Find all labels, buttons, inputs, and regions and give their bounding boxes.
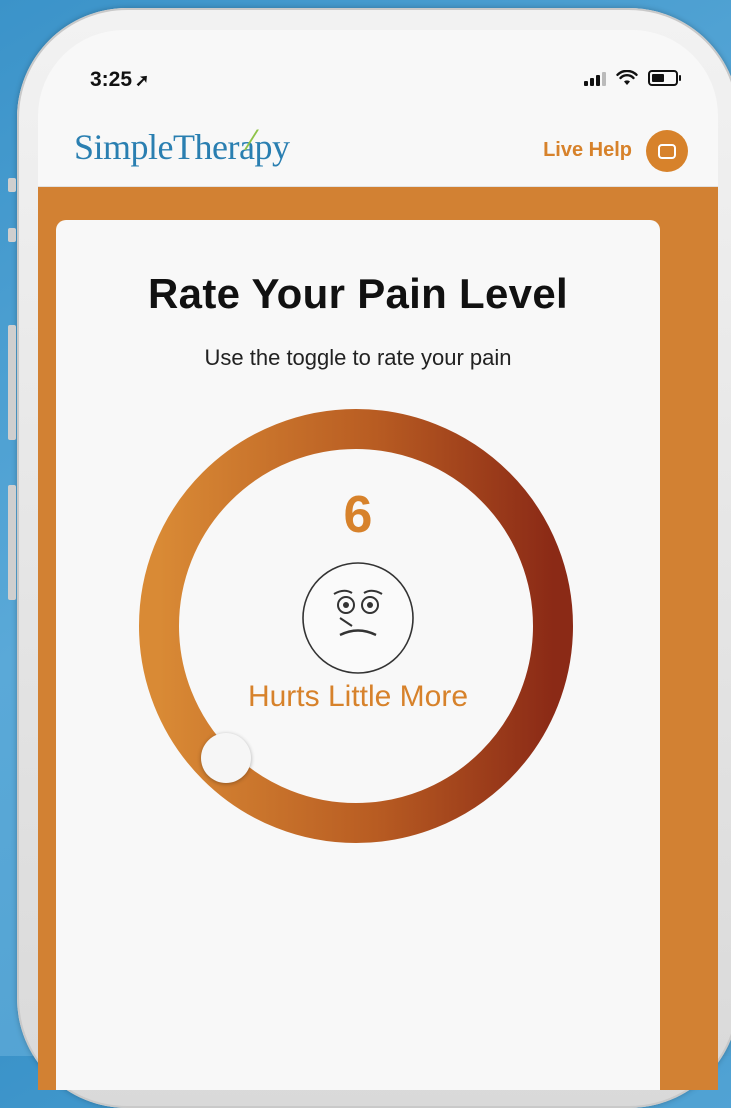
phone-volume-down xyxy=(8,485,16,600)
phone-volume-up xyxy=(8,325,16,440)
content-background: Rate Your Pain Level Use the toggle to r… xyxy=(38,187,718,1090)
app-screen: 3:25 ➚ SimpleTherapy ⁄ Live Help Rate You… xyxy=(38,30,718,1090)
live-help-link[interactable]: Live Help xyxy=(543,139,632,162)
time-text: 3:25 xyxy=(90,68,133,91)
pain-level-label: Hurts Little More xyxy=(247,680,469,713)
status-icons xyxy=(584,70,681,86)
status-time: 3:25 ➚ xyxy=(90,68,149,92)
logo-swoosh-icon: ⁄ xyxy=(250,124,256,157)
phone-side-button xyxy=(8,178,16,192)
page-subtitle: Use the toggle to rate your pain xyxy=(204,345,512,370)
pain-face-icon xyxy=(302,562,414,674)
wifi-icon xyxy=(616,70,638,85)
status-bar: 3:25 ➚ xyxy=(38,30,718,114)
phone-side-button xyxy=(8,228,16,242)
cellular-signal-icon xyxy=(584,72,606,86)
battery-icon xyxy=(648,70,681,86)
location-arrow-icon: ➚ xyxy=(135,71,150,90)
chat-bubble-icon[interactable] xyxy=(646,130,688,172)
simpletherapy-logo: SimpleTherapy xyxy=(74,127,290,167)
pain-value: 6 xyxy=(343,486,373,544)
dial-toggle-knob[interactable] xyxy=(201,733,251,783)
pain-rating-card: Rate Your Pain Level Use the toggle to r… xyxy=(56,220,660,1090)
page-title: Rate Your Pain Level xyxy=(148,270,568,317)
app-header: SimpleTherapy ⁄ Live Help xyxy=(38,114,718,187)
notch xyxy=(188,30,568,90)
